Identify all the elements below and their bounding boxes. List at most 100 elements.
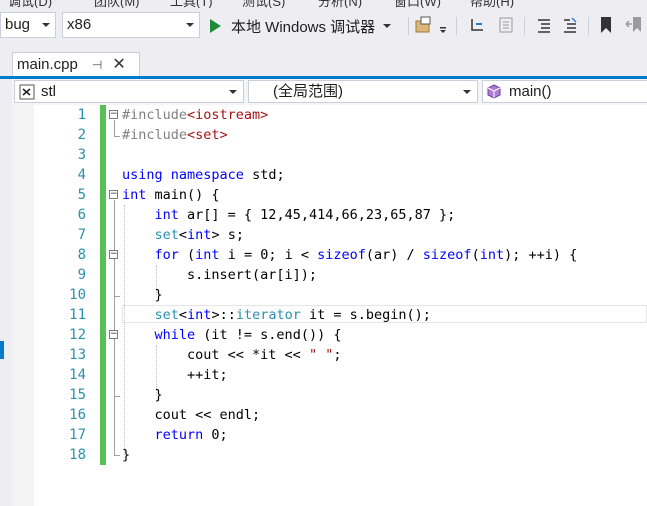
code-token: ; <box>333 347 342 363</box>
code-line[interactable]: 18} <box>12 445 647 465</box>
code-token: } <box>122 287 163 303</box>
change-tracking-bar <box>100 365 106 385</box>
line-number: 9 <box>77 267 86 283</box>
code-token: sizeof <box>317 247 366 263</box>
collapse-icon[interactable]: − <box>109 250 118 259</box>
line-number: 14 <box>69 367 86 383</box>
code-token: while <box>154 327 196 343</box>
code-line[interactable]: 4 using namespace std; <box>12 165 647 185</box>
code-text: } <box>122 285 163 305</box>
code-text: set<int>::iterator it = s.begin(); <box>122 305 431 325</box>
code-line[interactable]: 7 set<int> s; <box>12 225 647 245</box>
collapse-icon[interactable]: − <box>109 190 118 199</box>
toolbar-options-icon[interactable] <box>436 15 450 35</box>
menu-test[interactable]: 测试(S) <box>242 0 285 8</box>
uncomment-icon[interactable] <box>560 15 580 35</box>
find-in-files-icon[interactable] <box>414 15 434 35</box>
code-editor[interactable]: 1− #include<iostream> 2 #include<set> 3 4 usin… <box>12 105 647 506</box>
code-line[interactable]: 3 <box>12 145 647 165</box>
line-number: 13 <box>69 347 86 363</box>
code-line[interactable]: 14 ++it; <box>12 365 647 385</box>
start-debugging-button[interactable]: 本地 Windows 调试器 <box>206 14 392 38</box>
menu-tools[interactable]: 工具(T) <box>170 0 213 8</box>
code-line[interactable]: 6 int ar[] = { 12,45,414,66,23,65,87 }; <box>12 205 647 225</box>
code-text: } <box>122 385 163 405</box>
code-line[interactable]: 9 s.insert(ar[i]); <box>12 265 647 285</box>
change-tracking-bar <box>100 285 106 305</box>
code-line[interactable]: 13 cout << *it << " "; <box>12 345 647 365</box>
code-token: int <box>187 307 212 323</box>
code-token: main() { <box>146 187 220 203</box>
platform-combo[interactable]: x86 <box>62 12 200 38</box>
code-text: int main() { <box>122 185 220 205</box>
code-token: s.insert(ar[i]); <box>122 267 318 283</box>
menu-analyze[interactable]: 分析(N) <box>318 0 362 8</box>
step-into-icon[interactable] <box>468 15 488 35</box>
change-tracking-bar <box>100 345 106 365</box>
change-tracking-bar <box>100 185 106 205</box>
menu-help[interactable]: 帮助(H) <box>470 0 514 8</box>
code-text: using namespace std; <box>122 165 285 185</box>
solution-config-combo[interactable]: bug <box>0 12 56 38</box>
collapse-icon[interactable]: − <box>109 330 118 339</box>
scope-combo[interactable]: (全局范围) <box>248 80 478 103</box>
code-text: set<int> s; <box>122 225 244 245</box>
code-line[interactable]: 8− for (int i = 0; i < sizeof(ar) / size… <box>12 245 647 265</box>
code-token: cout << endl; <box>122 407 261 423</box>
code-token: > s; <box>211 227 244 243</box>
change-tracking-bar <box>100 385 106 405</box>
change-tracking-bar <box>100 405 106 425</box>
code-line[interactable]: 12 − while (it != s.end()) { <box>12 325 647 345</box>
chevron-down-icon <box>229 90 237 94</box>
code-text: #include<iostream> <box>122 105 268 125</box>
change-tracking-bar <box>100 165 106 185</box>
prev-bookmark-icon[interactable] <box>624 15 644 35</box>
menu-debug[interactable]: 调试(D) <box>8 0 52 8</box>
code-token: ); ++i) { <box>504 247 578 263</box>
play-icon <box>210 19 221 33</box>
code-token: ar[] = { 12,45,414,66,23,65,87 }; <box>178 207 456 223</box>
code-line[interactable]: 16 cout << endl; <box>12 405 647 425</box>
code-line[interactable]: 5 − int main() { <box>12 185 647 205</box>
line-number: 12 <box>69 327 86 343</box>
change-tracking-bar <box>100 105 106 125</box>
code-token: cout << *it << <box>122 347 309 363</box>
code-token: int <box>187 227 212 243</box>
code-text: #include<set> <box>122 125 228 145</box>
change-tracking-bar <box>100 225 106 245</box>
line-number: 15 <box>69 387 86 403</box>
code-text: s.insert(ar[i]); <box>122 265 317 285</box>
breakpoints-icon[interactable] <box>496 15 516 35</box>
project-combo[interactable]: stl <box>14 80 244 103</box>
code-token: } <box>122 387 163 403</box>
tab-main-cpp[interactable]: main.cpp ⊣ ✕ <box>12 52 140 76</box>
chevron-down-icon <box>383 24 392 28</box>
menu-window[interactable]: 窗口(W) <box>394 0 441 8</box>
close-icon[interactable]: ✕ <box>112 56 125 73</box>
line-number: 5 <box>77 187 86 203</box>
change-tracking-bar <box>100 445 106 465</box>
member-combo[interactable]: main() <box>482 80 647 103</box>
collapse-icon[interactable]: − <box>109 110 118 119</box>
code-line[interactable]: 2 #include<set> <box>12 125 647 145</box>
code-line[interactable]: 15 } <box>12 385 647 405</box>
change-tracking-bar <box>100 305 106 325</box>
line-number: 18 <box>69 447 86 463</box>
line-number: 10 <box>69 287 86 303</box>
toolbar: bug x86 本地 Windows 调试器 <box>0 8 647 44</box>
code-line[interactable]: 17 return 0; <box>12 425 647 445</box>
code-line[interactable]: 11 set<int>::iterator it = s.begin(); <box>12 305 647 325</box>
pin-icon[interactable]: ⊣ <box>92 58 102 72</box>
code-line[interactable]: 10 } <box>12 285 647 305</box>
code-line[interactable]: 1 − #include<iostream> <box>12 105 647 125</box>
menu-team[interactable]: 团队(M) <box>94 0 140 8</box>
code-token: int <box>195 247 220 263</box>
code-token: int <box>122 187 147 203</box>
bookmark-icon[interactable] <box>596 15 616 35</box>
code-text: for (int i = 0; i < sizeof(ar) / sizeof(… <box>122 245 578 265</box>
comment-icon[interactable] <box>534 15 554 35</box>
line-number: 16 <box>69 407 86 423</box>
